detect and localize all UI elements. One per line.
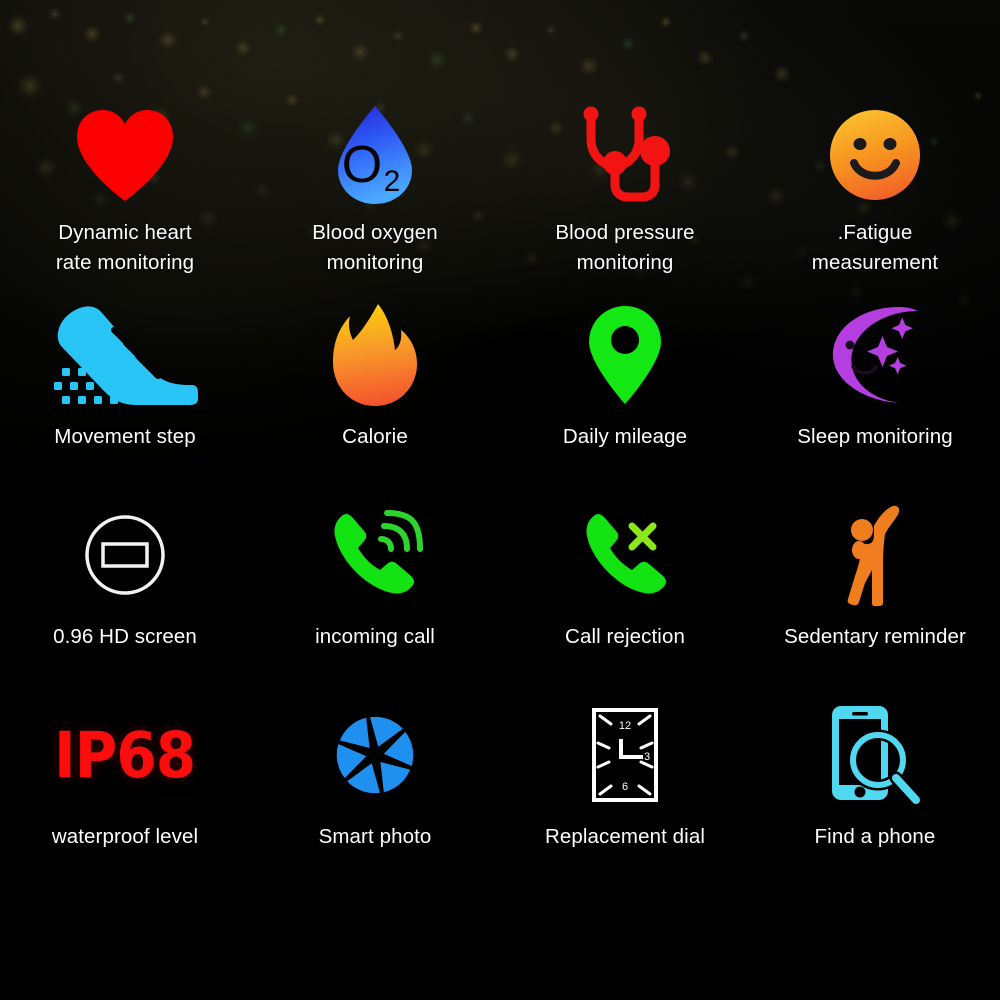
feature-label: Movement step xyxy=(54,425,196,448)
feature-card-smart-photo[interactable]: Smart photo xyxy=(250,696,500,896)
feature-card-incoming-call[interactable]: incoming call xyxy=(250,496,500,696)
feature-label: Daily mileage xyxy=(562,425,688,448)
feature-label: Replacement dial xyxy=(545,825,705,848)
svg-text:2: 2 xyxy=(384,165,401,198)
feature-label: Call rejection xyxy=(565,625,685,648)
dial-number-12: 12 xyxy=(619,720,631,732)
crescent-moon-icon xyxy=(823,296,927,414)
watch-dial-icon: 12 3 6 xyxy=(591,696,659,814)
feature-label: Blood pressure monitoring xyxy=(555,221,695,274)
feature-label: waterproof level xyxy=(51,825,199,848)
incoming-call-icon xyxy=(327,496,423,614)
feature-card-hd-screen[interactable]: 0.96 HD screen xyxy=(0,496,250,696)
feature-card-blood-pressure[interactable]: Blood pressure monitoring xyxy=(500,96,750,296)
feature-card-sedentary-reminder[interactable]: Sedentary reminder xyxy=(750,496,1000,696)
dial-number-3: 3 xyxy=(644,751,650,763)
feature-label: Find a phone xyxy=(814,825,936,848)
ip68-text: IP68 xyxy=(54,718,196,792)
feature-card-waterproof-level[interactable]: IP68 waterproof level xyxy=(0,696,250,896)
feature-card-movement-step[interactable]: Movement step xyxy=(0,296,250,496)
feature-card-daily-mileage[interactable]: Daily mileage xyxy=(500,296,750,496)
feature-grid: Dynamic heart rate monitoring O 2 Blood … xyxy=(0,0,1000,1000)
feature-card-calorie[interactable]: Calorie xyxy=(250,296,500,496)
stretching-person-icon xyxy=(839,496,911,614)
stethoscope-icon xyxy=(576,96,674,214)
call-reject-icon xyxy=(579,496,671,614)
heart-icon xyxy=(73,96,177,214)
feature-card-blood-oxygen[interactable]: O 2 Blood oxygen monitoring xyxy=(250,96,500,296)
feature-label: .Fatigue measurement xyxy=(811,221,939,274)
dial-number-6: 6 xyxy=(622,781,628,793)
feature-label: 0.96 HD screen xyxy=(53,625,197,648)
camera-aperture-icon xyxy=(334,696,416,814)
running-shoe-icon xyxy=(50,296,200,414)
svg-text:O: O xyxy=(342,136,382,194)
feature-card-replacement-dial[interactable]: 12 3 6 Replacement dial xyxy=(500,696,750,896)
location-pin-icon xyxy=(587,296,663,414)
feature-card-dynamic-heart-rate[interactable]: Dynamic heart rate monitoring xyxy=(0,96,250,296)
phone-search-icon xyxy=(828,696,923,814)
feature-label: Smart photo xyxy=(318,825,432,848)
feature-label: Calorie xyxy=(342,425,408,448)
smiley-face-icon xyxy=(829,96,921,214)
water-drop-o2-icon: O 2 xyxy=(332,96,418,214)
feature-label: Dynamic heart rate monitoring xyxy=(55,221,195,274)
feature-label: Blood oxygen monitoring xyxy=(312,221,438,274)
feature-label: Sleep monitoring xyxy=(797,425,953,448)
screen-circle-icon xyxy=(83,496,167,614)
feature-card-find-a-phone[interactable]: Find a phone xyxy=(750,696,1000,896)
ip68-wordmark: IP68 xyxy=(48,696,201,814)
feature-label: Sedentary reminder xyxy=(784,625,966,648)
feature-card-fatigue-measurement[interactable]: .Fatigue measurement xyxy=(750,96,1000,296)
feature-card-sleep-monitoring[interactable]: Sleep monitoring xyxy=(750,296,1000,496)
feature-card-call-rejection[interactable]: Call rejection xyxy=(500,496,750,696)
feature-label: incoming call xyxy=(315,625,435,648)
flame-icon xyxy=(331,296,419,414)
